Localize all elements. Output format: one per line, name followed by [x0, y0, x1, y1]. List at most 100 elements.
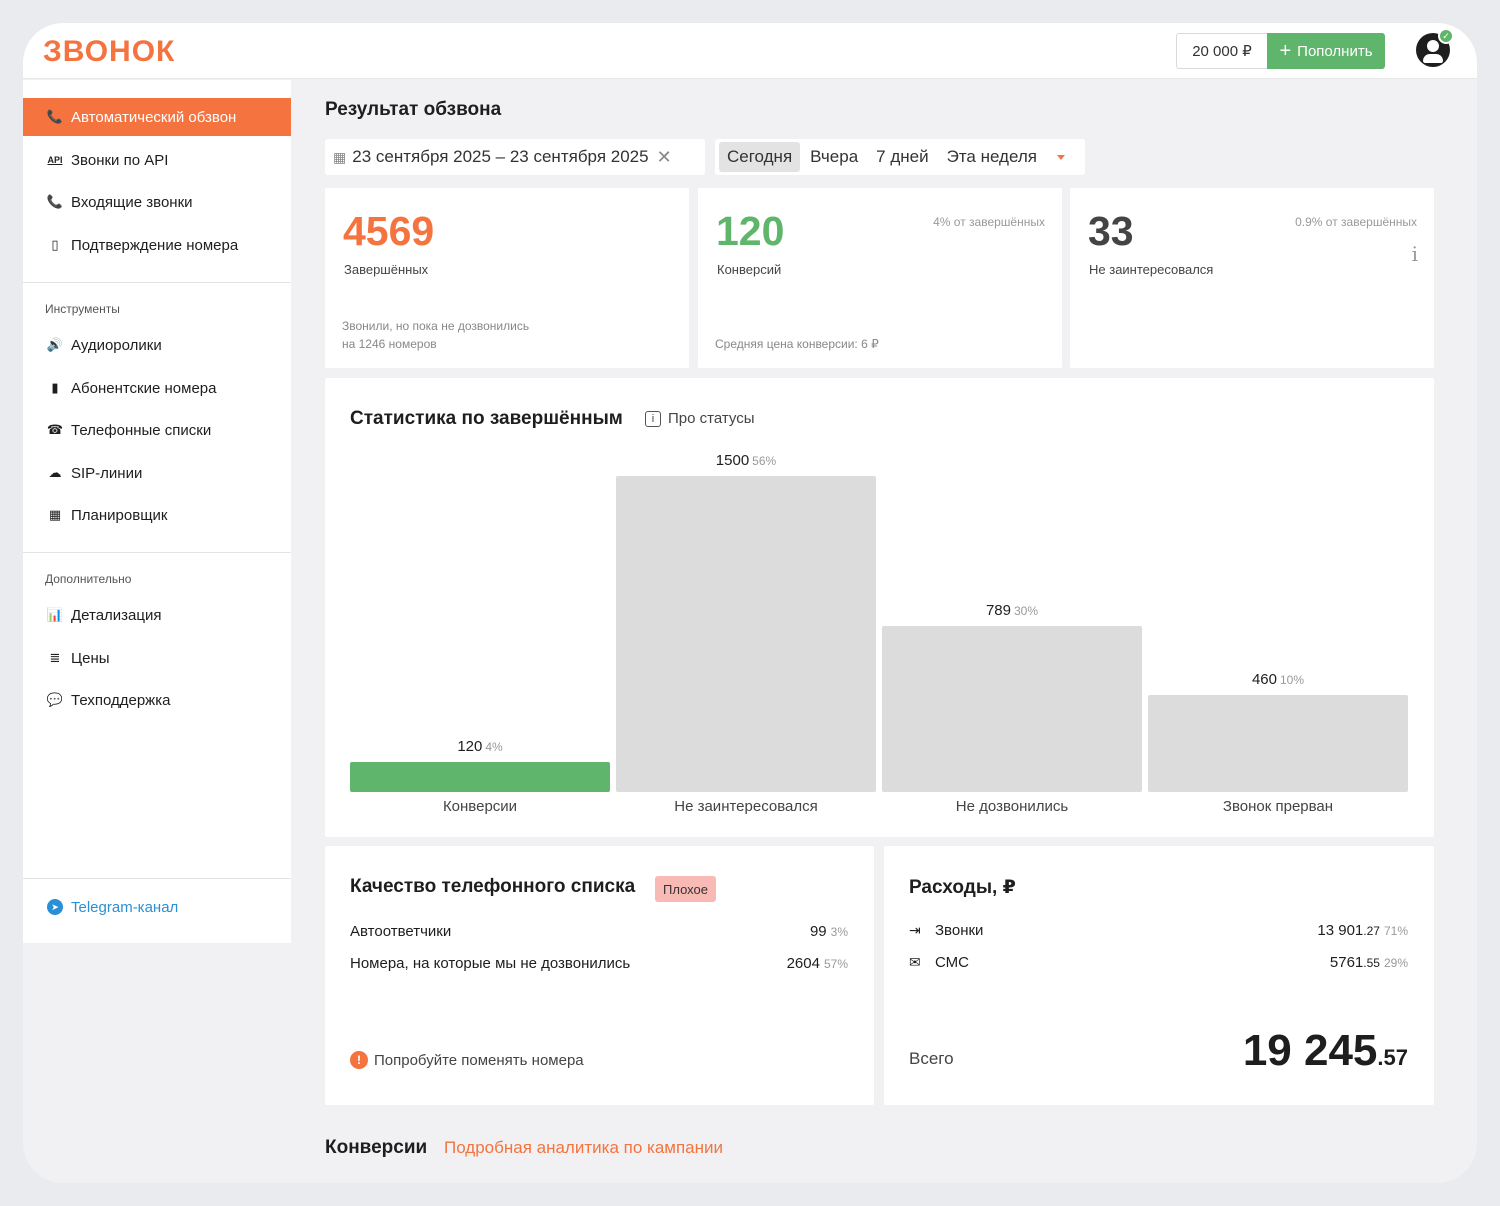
about-statuses-label: Про статусы [668, 410, 755, 427]
sidebar-item-label: Абонентские номера [71, 379, 217, 397]
chart-category-label: Не заинтересовался [674, 798, 818, 815]
sidebar-item-label: Телефонные списки [71, 421, 212, 439]
device-frame: ЗВОНОК 20 000 ₽ + Пополнить ✓ 📞 Автомати… [0, 0, 1500, 1206]
not-interested-label: Не заинтересовался [1089, 262, 1214, 277]
top-header: ЗВОНОК 20 000 ₽ + Пополнить ✓ [23, 23, 1477, 79]
expenses-card: Расходы, ₽ ⇥ Звонки 13 901.27 71% ✉ СМС 576… [884, 846, 1434, 1105]
chart-bar-value: 1500 56% [616, 452, 876, 469]
expense-row-label: Звонки [935, 922, 984, 939]
range-7-days[interactable]: 7 дней [868, 142, 936, 172]
expense-dec: .27 [1363, 924, 1380, 938]
speaker-icon: 🔊 [46, 337, 64, 352]
api-icon: API [47, 155, 63, 165]
range-yesterday[interactable]: Вчера [802, 142, 866, 172]
chart-value-number: 460 [1251, 671, 1277, 688]
chart-category-label: Конверсии [442, 798, 518, 815]
not-interested-note: 0.9% от завершённых [1295, 215, 1417, 229]
incoming-call-icon: 📞 [46, 194, 64, 209]
conversions-value: 120 [716, 208, 785, 254]
warning-icon: ! [350, 1051, 368, 1069]
info-icon[interactable]: i [1412, 242, 1418, 266]
range-today[interactable]: Сегодня [719, 142, 801, 172]
conversions-avg-price: Средняя цена конверсии: 6 ₽ [715, 337, 879, 351]
sidebar-item-label: Техподдержка [71, 691, 171, 709]
sidebar-item-label: Входящие звонки [71, 193, 193, 211]
verified-check-icon: ✓ [1438, 28, 1454, 44]
chart-value-percent: 4% [485, 740, 503, 754]
chart-bar[interactable] [882, 626, 1142, 792]
coins-icon: ≣ [49, 650, 61, 665]
expense-dec: .55 [1363, 956, 1380, 970]
total-int: 19 245 [1242, 1026, 1378, 1075]
chart-bar-value: 460 10% [1148, 671, 1408, 688]
sidebar-item-phone-lists[interactable]: ☎ Телефонные списки [23, 411, 291, 449]
sidebar-item-sip[interactable]: ☁ SIP-линии [23, 454, 291, 492]
completed-sub-line1: Звонили, но пока не дозвонились [342, 319, 530, 333]
sidebar-item-label: Аудиоролики [71, 336, 162, 354]
chart-bar-value: 120 4% [350, 738, 610, 755]
sidebar-divider [23, 878, 291, 879]
sidebar-item-api-calls[interactable]: API Звонки по API [23, 141, 291, 179]
sidebar-item-details[interactable]: 📊 Детализация [23, 596, 291, 634]
completed-label: Завершённых [344, 262, 429, 277]
total-dec: .57 [1377, 1045, 1408, 1070]
chart-value-number: 1500 [715, 452, 750, 469]
user-head-shape [1427, 40, 1439, 52]
expense-pct: 29% [1383, 956, 1408, 970]
sidebar: 📞 Автоматический обзвон API Звонки по AP… [23, 80, 291, 943]
quality-row-number: 99 [809, 923, 827, 940]
chart-value-percent: 10% [1280, 673, 1305, 687]
chart-bar[interactable] [1148, 695, 1408, 792]
quality-title: Качество телефонного списка [350, 876, 636, 897]
info-box-icon: i [645, 410, 661, 427]
sidebar-item-numbers[interactable]: ▮ Абонентские номера [23, 369, 291, 407]
telegram-icon: ➤ [47, 899, 63, 915]
sidebar-item-number-confirm[interactable]: ▯ Подтверждение номера [23, 226, 291, 264]
sidebar-group-tools: Инструменты [45, 302, 120, 316]
mail-icon: ✉ [909, 954, 921, 970]
clear-date-icon[interactable]: ✕ [657, 147, 672, 168]
sidebar-divider [23, 552, 291, 553]
quality-row-pct: 57% [823, 957, 848, 971]
user-body-shape [1423, 54, 1443, 63]
quality-warning-text: Попробуйте поменять номера [374, 1051, 584, 1069]
sidebar-item-telegram[interactable]: ➤ Telegram-канал [23, 888, 291, 926]
phone-icon: 📞 [46, 109, 64, 124]
avatar[interactable]: ✓ [1416, 28, 1454, 67]
quality-row-value: 99 3% [810, 923, 848, 940]
plus-icon: + [1279, 40, 1292, 62]
chart-value-percent: 56% [752, 454, 777, 468]
contacts-icon: ☎ [46, 422, 64, 437]
logo[interactable]: ЗВОНОК [43, 35, 175, 69]
expenses-total-value: 19 245.57 [1243, 1026, 1408, 1076]
date-range-text: 23 сентября 2025 – 23 сентября 2025 [352, 147, 649, 166]
chevron-down-icon[interactable] [1057, 154, 1065, 160]
sim-icon: ▮ [51, 380, 59, 395]
date-range-picker[interactable]: ▦ 23 сентября 2025 – 23 сентября 2025 ✕ [325, 139, 705, 175]
sidebar-item-scheduler[interactable]: ▦ Планировщик [23, 496, 291, 534]
app-window: ЗВОНОК 20 000 ₽ + Пополнить ✓ 📞 Автомати… [23, 23, 1477, 1183]
sidebar-item-label: Цены [71, 649, 110, 667]
sidebar-item-support[interactable]: 💬 Техподдержка [23, 681, 291, 719]
sidebar-item-prices[interactable]: ≣ Цены [23, 639, 291, 677]
call-out-icon: ⇥ [909, 922, 921, 938]
chart-bar[interactable] [350, 762, 610, 792]
sidebar-item-incoming[interactable]: 📞 Входящие звонки [23, 183, 291, 221]
range-this-week[interactable]: Эта неделя [939, 142, 1045, 172]
quality-warning: ! Попробуйте поменять номера [350, 1051, 584, 1069]
sidebar-item-auto-dial[interactable]: 📞 Автоматический обзвон [23, 98, 291, 136]
stats-icon: 📊 [46, 607, 64, 622]
quality-card: Качество телефонного списка Плохое Автоо… [325, 846, 874, 1105]
card-conversions: 120 Конверсий 4% от завершённых Средняя … [698, 188, 1062, 368]
sidebar-item-label: Подтверждение номера [71, 236, 239, 254]
campaign-analytics-link[interactable]: Подробная аналитика по кампании [444, 1138, 723, 1158]
chart-bar[interactable] [616, 476, 876, 792]
topup-button[interactable]: + Пополнить [1267, 33, 1385, 69]
about-statuses-link[interactable]: i Про статусы [645, 410, 755, 427]
sidebar-item-audio[interactable]: 🔊 Аудиоролики [23, 326, 291, 364]
quality-row-label: Автоответчики [350, 923, 452, 940]
calendar-icon: ▦ [48, 507, 62, 522]
sidebar-item-label: SIP-линии [71, 464, 143, 482]
expense-pct: 71% [1383, 924, 1408, 938]
completed-value: 4569 [343, 208, 435, 254]
